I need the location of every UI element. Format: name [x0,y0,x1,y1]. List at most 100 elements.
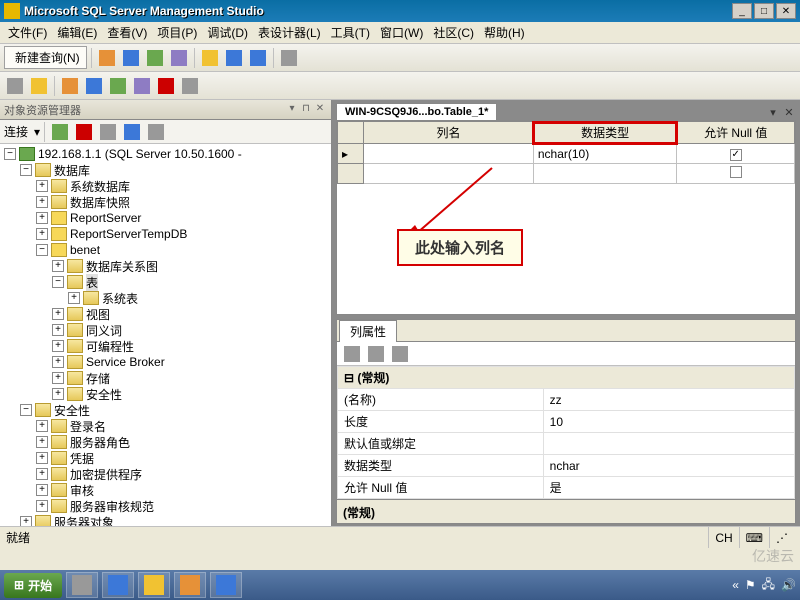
menu-edit[interactable]: 编辑(E) [53,22,101,43]
header-allownull[interactable]: 允许 Null 值 [677,122,795,144]
programmability-node[interactable]: +可编程性 [0,338,331,354]
relationships-button[interactable] [59,75,81,97]
logins-node[interactable]: +登录名 [0,418,331,434]
task-other[interactable] [210,572,242,598]
disconnect-button[interactable] [73,121,95,143]
databases-node[interactable]: −数据库 [0,162,331,178]
open-button[interactable] [199,47,221,69]
menu-designer[interactable]: 表设计器(L) [254,22,325,43]
tab-dropdown-icon[interactable]: ▾ [766,106,780,120]
system-tray[interactable]: « ⚑ 🖧 🔊 [732,575,796,596]
categorized-button[interactable] [341,343,363,365]
serverobjects-node[interactable]: +服务器对象 [0,514,331,526]
tab-close-icon[interactable]: ✕ [782,106,796,120]
cell-colname[interactable] [364,144,534,164]
security-db-node[interactable]: +安全性 [0,386,331,402]
row-selector[interactable] [338,164,364,184]
task-powershell[interactable] [102,572,134,598]
task-explorer[interactable] [138,572,170,598]
fulltext-button[interactable] [107,75,129,97]
credentials-node[interactable]: +凭据 [0,450,331,466]
connect-label[interactable]: 连接 [4,123,28,140]
tray-volume-icon[interactable]: 🔊 [781,578,796,592]
table-row[interactable] [338,164,795,184]
menu-window[interactable]: 窗口(W) [376,22,427,43]
mdx-button[interactable] [144,47,166,69]
security-node[interactable]: −安全性 [0,402,331,418]
serverroles-node[interactable]: +服务器角色 [0,434,331,450]
db-engine-query-button[interactable] [96,47,118,69]
tray-expand-icon[interactable]: « [732,578,739,592]
save-button[interactable] [223,47,245,69]
tables-node[interactable]: −表 [0,274,331,290]
indexes-button[interactable] [83,75,105,97]
menu-debug[interactable]: 调试(D) [203,22,252,43]
close-button[interactable]: ✕ [776,3,796,19]
task-server-manager[interactable] [66,572,98,598]
menu-project[interactable]: 项目(P) [153,22,201,43]
filter-button[interactable] [145,121,167,143]
refresh-button[interactable] [121,121,143,143]
tray-network-icon[interactable]: 🖧 [762,575,775,596]
cell-colname[interactable] [364,164,534,184]
check-button[interactable] [155,75,177,97]
generate-script-button[interactable] [4,75,26,97]
checkbox-icon[interactable] [730,149,742,161]
snapshots-node[interactable]: +数据库快照 [0,194,331,210]
start-button[interactable]: ⊞ 开始 [4,573,62,598]
servicebroker-node[interactable]: +Service Broker [0,354,331,370]
table-tab[interactable]: WIN-9CSQ9J6...bo.Table_1* [336,103,497,120]
connect-button[interactable] [49,121,71,143]
table-row[interactable]: ▸ nchar(10) [338,144,795,164]
menu-help[interactable]: 帮助(H) [480,22,529,43]
dmx-button[interactable] [168,47,190,69]
cryptoproviders-node[interactable]: +加密提供程序 [0,466,331,482]
stop-button[interactable] [97,121,119,143]
cell-allownull[interactable] [677,144,795,164]
xml-button[interactable] [131,75,153,97]
reportservertemp-node[interactable]: +ReportServerTempDB [0,226,331,242]
saveall-button[interactable] [247,47,269,69]
systables-node[interactable]: +系统表 [0,290,331,306]
cell-allownull[interactable] [677,164,795,184]
collapse-icon[interactable]: ⊟ [344,371,354,385]
dropdown-icon[interactable]: ▾ [285,103,299,117]
row-selector[interactable]: ▸ [338,144,364,164]
header-colname[interactable]: 列名 [364,122,534,144]
pin-icon[interactable]: ⊓ [299,103,313,117]
minimize-button[interactable]: _ [732,3,752,19]
cell-datatype[interactable]: nchar(10) [533,144,677,164]
maximize-button[interactable]: □ [754,3,774,19]
auditspecs-node[interactable]: +服务器审核规范 [0,498,331,514]
props-tab[interactable]: 列属性 [339,320,397,342]
close-panel-icon[interactable]: ✕ [313,103,327,117]
property-grid[interactable]: ⊟ (常规) (名称)zz 长度10 默认值或绑定 数据类型nchar 允许 N… [337,366,795,499]
alphabetical-button[interactable] [365,343,387,365]
menu-tools[interactable]: 工具(T) [327,22,374,43]
column-grid[interactable]: 列名 数据类型 允许 Null 值 ▸ nchar(10) [336,120,796,315]
views-node[interactable]: +视图 [0,306,331,322]
prop-value[interactable]: zz [543,389,794,411]
activity-button[interactable] [278,47,300,69]
new-query-button[interactable]: 新建查询(N) [4,46,87,69]
spatial-button[interactable] [179,75,201,97]
tree-view[interactable]: −192.168.1.1 (SQL Server 10.50.1600 - −数… [0,144,331,526]
prop-value[interactable]: 是 [543,477,794,499]
diagrams-node[interactable]: +数据库关系图 [0,258,331,274]
props-page-button[interactable] [389,343,411,365]
storage-node[interactable]: +存储 [0,370,331,386]
menu-file[interactable]: 文件(F) [4,22,51,43]
menu-view[interactable]: 查看(V) [103,22,151,43]
benet-node[interactable]: −benet [0,242,331,258]
checkbox-icon[interactable] [730,166,742,178]
prop-value[interactable]: 10 [543,411,794,433]
prop-value[interactable] [543,433,794,455]
sysdbs-node[interactable]: +系统数据库 [0,178,331,194]
dropdown-icon[interactable]: ▾ [34,125,40,139]
menu-community[interactable]: 社区(C) [429,22,478,43]
set-pk-button[interactable] [28,75,50,97]
cell-datatype[interactable] [533,164,677,184]
analysis-button[interactable] [120,47,142,69]
task-ssms[interactable] [174,572,206,598]
server-node[interactable]: −192.168.1.1 (SQL Server 10.50.1600 - [0,146,331,162]
